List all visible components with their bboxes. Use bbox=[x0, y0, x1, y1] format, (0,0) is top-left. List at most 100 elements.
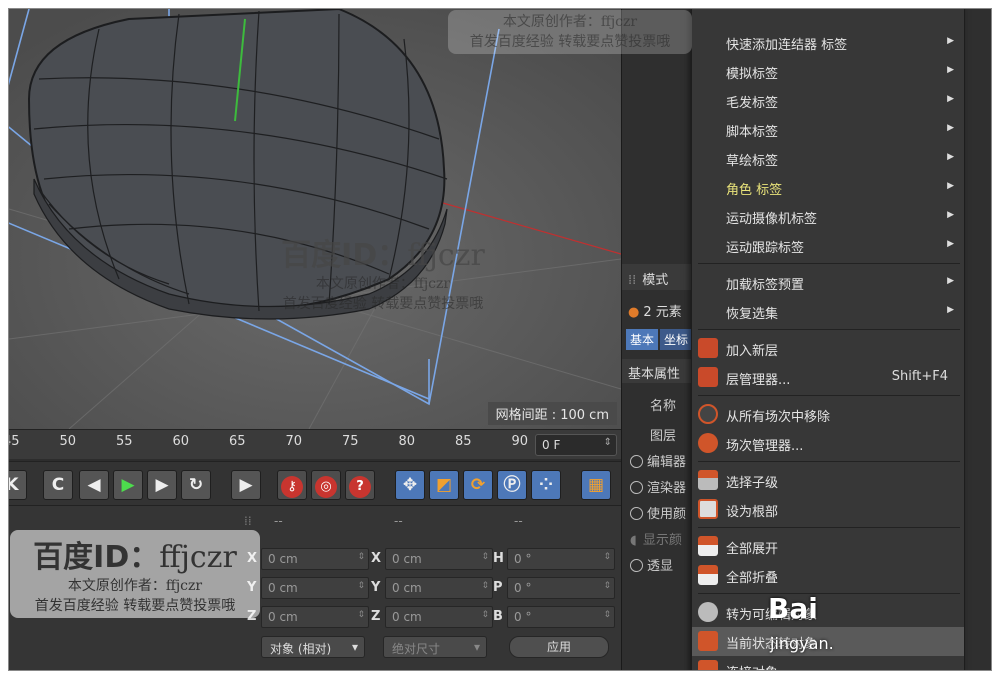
submenu-arrow-icon: ▶ bbox=[947, 210, 954, 220]
menu-item-sketch-tags[interactable]: 草绘标签 ▶ bbox=[692, 144, 964, 173]
scale-tool-button[interactable]: ◩ bbox=[429, 470, 459, 500]
select-value: 对象 (相对) bbox=[270, 642, 332, 656]
menu-item-make-editable[interactable]: 转为可编辑对象 bbox=[692, 598, 964, 627]
size-y-field[interactable]: 0 cm ⇕ bbox=[385, 577, 493, 599]
timeline-ruler[interactable]: 45 50 55 60 65 70 75 80 85 90 0 F ⇕ bbox=[9, 429, 621, 459]
coordinate-mode-select[interactable]: 对象 (相对) ▾ bbox=[261, 636, 365, 658]
attribute-mode-header[interactable]: ⁞⁞ 模式 bbox=[622, 264, 702, 290]
attribute-mode-label: 模式 bbox=[642, 273, 669, 288]
menu-item-quick-connector-tag[interactable]: 快速添加连结器 标签 ▶ bbox=[692, 28, 964, 57]
prev-key-button[interactable]: C bbox=[43, 470, 73, 500]
rot-h-field[interactable]: 0 ° ⇕ bbox=[507, 548, 615, 570]
coord-col-header: -- bbox=[514, 514, 523, 528]
menu-item-add-new-layer[interactable]: 加入新层 bbox=[692, 334, 964, 363]
attr-xray[interactable]: 透显 bbox=[630, 555, 673, 574]
next-key-button[interactable]: ↻ bbox=[181, 470, 211, 500]
play-button[interactable]: ▶ bbox=[113, 470, 143, 500]
menu-item-motion-camera-tags[interactable]: 运动摄像机标签 ▶ bbox=[692, 202, 964, 231]
spinner-icon[interactable]: ⇕ bbox=[481, 581, 489, 591]
spinner-icon[interactable]: ⇕ bbox=[604, 437, 612, 448]
autokey-button[interactable]: ◎ bbox=[311, 470, 341, 500]
menu-item-script-tags[interactable]: 脚本标签 ▶ bbox=[692, 115, 964, 144]
spinner-icon[interactable]: ⇕ bbox=[481, 552, 489, 562]
menu-item-connect-objects[interactable]: 连接对象 bbox=[692, 656, 964, 670]
menu-item-label: 运动摄像机标签 bbox=[726, 212, 818, 227]
submenu-arrow-icon: ▶ bbox=[947, 305, 954, 315]
menu-item-layer-manager[interactable]: 层管理器... Shift+F4 bbox=[692, 363, 964, 392]
attr-name-label: 名称 bbox=[650, 399, 677, 414]
make-editable-icon bbox=[698, 602, 718, 622]
spinner-icon[interactable]: ⇕ bbox=[603, 610, 611, 620]
menu-item-remove-from-takes[interactable]: 从所有场次中移除 bbox=[692, 400, 964, 429]
collapse-all-icon bbox=[698, 565, 718, 585]
menu-item-select-children[interactable]: 选择子级 bbox=[692, 466, 964, 495]
baidu-logo: Bai bbox=[768, 592, 818, 625]
attr-editor-visible[interactable]: 编辑器 bbox=[630, 451, 686, 470]
timeline-view-button[interactable]: ▦ bbox=[581, 470, 611, 500]
menu-item-set-as-root[interactable]: 设为根部 bbox=[692, 495, 964, 524]
menu-item-character-tags[interactable]: 角色 标签 ▶ bbox=[692, 173, 964, 202]
spinner-icon[interactable]: ⇕ bbox=[481, 610, 489, 620]
rotate-tool-button[interactable]: ⟳ bbox=[463, 470, 493, 500]
attr-use-color[interactable]: 使用颜 bbox=[630, 503, 686, 522]
coord-col-header: -- bbox=[274, 514, 283, 528]
menu-item-label: 毛发标签 bbox=[726, 96, 779, 111]
apply-button[interactable]: 应用 bbox=[509, 636, 609, 658]
attr-display-color: ◖ 显示颜 bbox=[630, 529, 682, 548]
pla-grid-button[interactable]: ⁘ bbox=[531, 470, 561, 500]
menu-item-hair-tags[interactable]: 毛发标签 ▶ bbox=[692, 86, 964, 115]
viewport-scene bbox=[9, 9, 621, 429]
submenu-arrow-icon: ▶ bbox=[947, 239, 954, 249]
menu-item-simulation-tags[interactable]: 模拟标签 ▶ bbox=[692, 57, 964, 86]
parameter-tool-button[interactable]: Ⓟ bbox=[497, 470, 527, 500]
take-manager-icon bbox=[698, 433, 718, 453]
menu-item-take-manager[interactable]: 场次管理器... bbox=[692, 429, 964, 458]
radio-icon[interactable] bbox=[630, 559, 643, 572]
pos-x-field[interactable]: 0 cm ⇕ bbox=[261, 548, 369, 570]
attr-label: 使用颜 bbox=[647, 507, 687, 522]
spinner-icon[interactable]: ⇕ bbox=[357, 581, 365, 591]
grid-spacing-readout: 网格间距 : 100 cm bbox=[487, 402, 617, 425]
timeline-tick-label: 55 bbox=[116, 434, 133, 449]
autokey-icon: ◎ bbox=[315, 476, 337, 498]
tab-basic[interactable]: 基本 bbox=[626, 329, 659, 350]
record-key-button[interactable]: ⚷ bbox=[277, 470, 307, 500]
radio-icon[interactable] bbox=[630, 455, 643, 468]
3d-viewport[interactable]: 网格间距 : 100 cm bbox=[9, 9, 621, 429]
current-frame-field[interactable]: 0 F ⇕ bbox=[535, 434, 617, 456]
pos-y-field[interactable]: 0 cm ⇕ bbox=[261, 577, 369, 599]
watermark-id-label: 百度ID： bbox=[33, 540, 160, 575]
spinner-icon[interactable]: ⇕ bbox=[357, 552, 365, 562]
tab-coords[interactable]: 坐标 bbox=[660, 329, 693, 350]
move-tool-button[interactable]: ✥ bbox=[395, 470, 425, 500]
rot-p-field[interactable]: 0 ° ⇕ bbox=[507, 577, 615, 599]
field-value: 0 cm bbox=[392, 552, 422, 566]
size-x-field[interactable]: 0 cm ⇕ bbox=[385, 548, 493, 570]
menu-item-restore-selection[interactable]: 恢复选集 ▶ bbox=[692, 297, 964, 326]
size-z-field[interactable]: 0 cm ⇕ bbox=[385, 606, 493, 628]
key-help-button[interactable]: ? bbox=[345, 470, 375, 500]
pos-z-field[interactable]: 0 cm ⇕ bbox=[261, 606, 369, 628]
menu-item-motion-tracker-tags[interactable]: 运动跟踪标签 ▶ bbox=[692, 231, 964, 260]
size-mode-select[interactable]: 绝对尺寸 ▾ bbox=[383, 636, 487, 658]
coord-label: Z bbox=[371, 609, 381, 624]
timeline-tick-label: 50 bbox=[59, 434, 77, 449]
layer-manager-icon bbox=[698, 367, 718, 387]
menu-item-collapse-all[interactable]: 全部折叠 bbox=[692, 561, 964, 590]
goto-start-button[interactable]: K bbox=[9, 470, 27, 500]
attr-render-visible[interactable]: 渲染器 bbox=[630, 477, 686, 496]
submenu-arrow-icon: ▶ bbox=[947, 65, 954, 75]
rot-b-field[interactable]: 0 ° ⇕ bbox=[507, 606, 615, 628]
menu-item-expand-all[interactable]: 全部展开 bbox=[692, 532, 964, 561]
next-frame-button[interactable]: ▶ bbox=[147, 470, 177, 500]
radio-icon[interactable] bbox=[630, 507, 643, 520]
menu-separator bbox=[698, 329, 960, 330]
menu-item-load-tag-preset[interactable]: 加载标签预置 ▶ bbox=[692, 268, 964, 297]
prev-frame-button[interactable]: ◀ bbox=[79, 470, 109, 500]
radio-icon[interactable] bbox=[630, 481, 643, 494]
spinner-icon[interactable]: ⇕ bbox=[603, 552, 611, 562]
spinner-icon[interactable]: ⇕ bbox=[357, 610, 365, 620]
coord-label: X bbox=[371, 551, 382, 566]
spinner-icon[interactable]: ⇕ bbox=[603, 581, 611, 591]
goto-end-button[interactable]: ▶ bbox=[231, 470, 261, 500]
